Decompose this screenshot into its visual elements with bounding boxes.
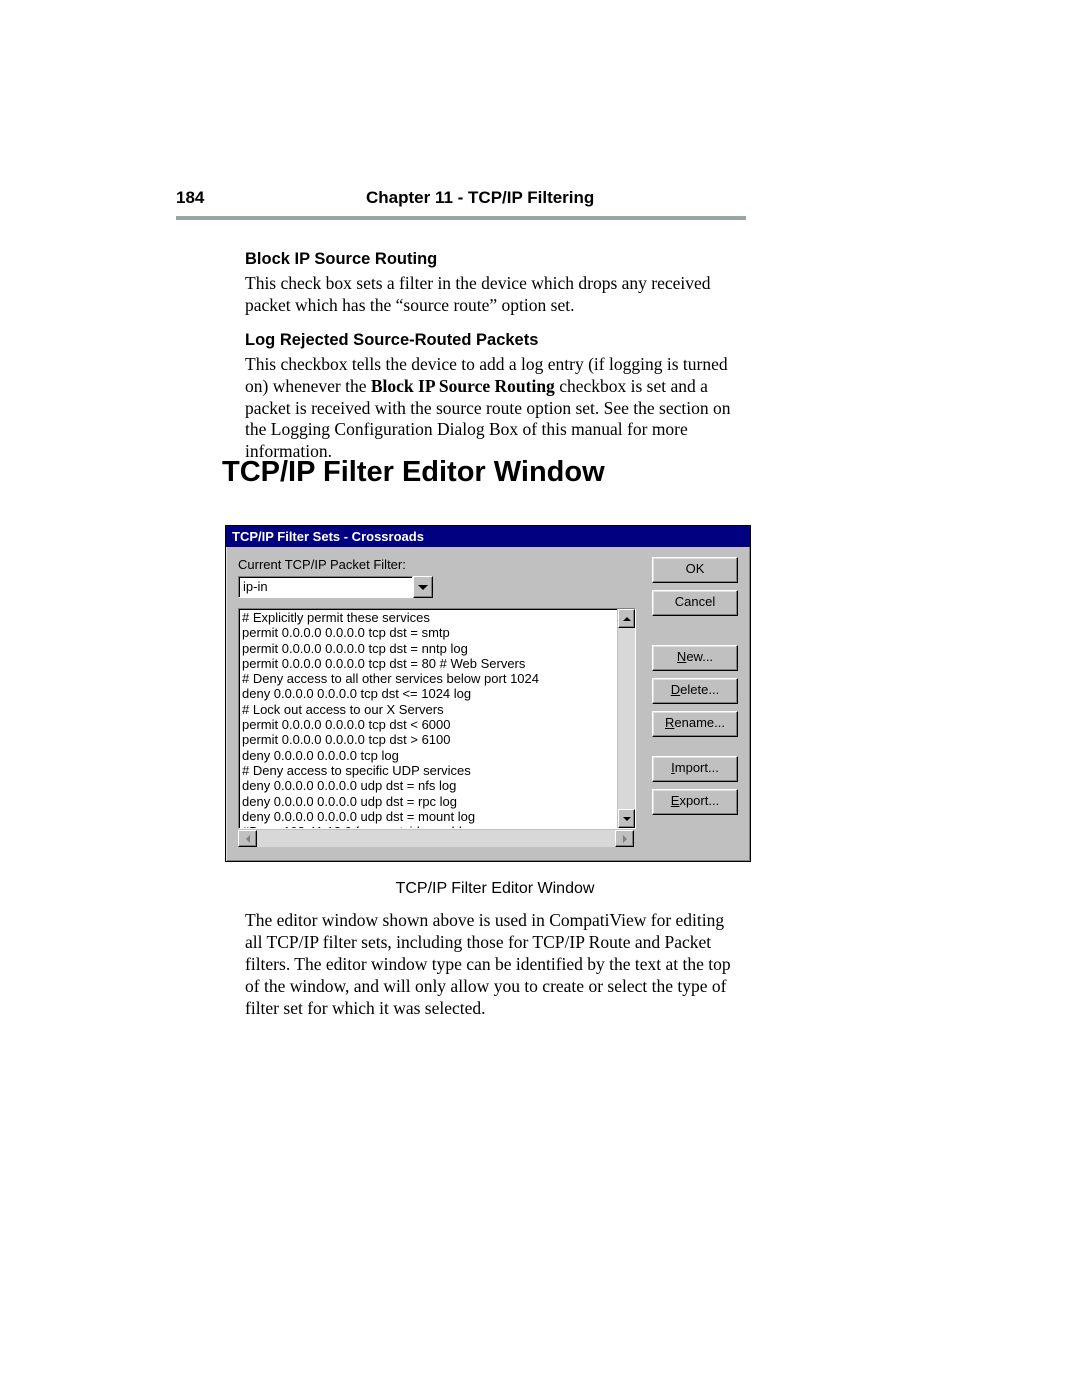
page-header: 184 Chapter 11 - TCP/IP Filtering <box>176 188 746 208</box>
scroll-track-h[interactable] <box>257 830 615 847</box>
arrow-left-icon <box>246 835 250 843</box>
rule-line[interactable]: deny 0.0.0.0 0.0.0.0 udp dst = mount log <box>242 809 614 824</box>
rules-listbox[interactable]: # Explicitly permit these servicespermit… <box>238 608 636 829</box>
dialog-titlebar: TCP/IP Filter Sets - Crossroads <box>226 526 750 547</box>
filter-combo[interactable]: ip-in <box>238 576 433 598</box>
scroll-up-button[interactable] <box>618 609 635 628</box>
header-divider <box>176 216 746 220</box>
rule-line[interactable]: # Lock out access to our X Servers <box>242 702 614 717</box>
vertical-scrollbar[interactable] <box>617 609 635 828</box>
dialog-screenshot: TCP/IP Filter Sets - Crossroads Current … <box>225 525 749 862</box>
page-number: 184 <box>176 188 366 208</box>
scroll-left-button[interactable] <box>238 830 257 847</box>
rule-line[interactable]: deny 0.0.0.0 0.0.0.0 udp dst = nfs log <box>242 778 614 793</box>
document-page: 184 Chapter 11 - TCP/IP Filtering Block … <box>0 0 1080 1397</box>
subheading-log-rejected: Log Rejected Source-Routed Packets <box>245 331 745 350</box>
ok-button[interactable]: OK <box>652 557 738 583</box>
subheading-block-ip: Block IP Source Routing <box>245 250 745 269</box>
scroll-track[interactable] <box>618 628 635 809</box>
arrow-up-icon <box>623 617 631 621</box>
delete-button[interactable]: Delete... <box>652 678 738 704</box>
combo-label: Current TCP/IP Packet Filter: <box>238 557 636 572</box>
rule-line[interactable]: permit 0.0.0.0 0.0.0.0 tcp dst > 6100 <box>242 732 614 747</box>
horizontal-scrollbar[interactable] <box>238 829 634 847</box>
section-heading: TCP/IP Filter Editor Window <box>222 456 605 489</box>
rule-line[interactable]: permit 0.0.0.0 0.0.0.0 tcp dst = 80 # We… <box>242 656 614 671</box>
caption-paragraph: The editor window shown above is used in… <box>245 910 745 1019</box>
rule-line[interactable]: #Deny 198.41.12.0 from outside world <box>242 824 614 828</box>
scroll-down-button[interactable] <box>618 809 635 828</box>
arrow-right-icon <box>623 835 627 843</box>
rule-line[interactable]: # Explicitly permit these services <box>242 610 614 625</box>
rule-line[interactable]: deny 0.0.0.0 0.0.0.0 udp dst = rpc log <box>242 794 614 809</box>
rename-button[interactable]: Rename... <box>652 711 738 737</box>
arrow-down-icon <box>623 817 631 821</box>
chevron-down-icon <box>418 585 428 590</box>
rule-line[interactable]: # Deny access to specific UDP services <box>242 763 614 778</box>
paragraph-block-ip: This check box sets a filter in the devi… <box>245 273 745 317</box>
import-button[interactable]: Import... <box>652 756 738 782</box>
filter-sets-dialog: TCP/IP Filter Sets - Crossroads Current … <box>225 525 751 862</box>
combo-dropdown-button[interactable] <box>413 576 433 598</box>
rules-listbox-content: # Explicitly permit these servicespermit… <box>239 609 617 828</box>
rule-line[interactable]: deny 0.0.0.0 0.0.0.0 tcp dst <= 1024 log <box>242 686 614 701</box>
button-spacer <box>652 744 738 756</box>
scroll-right-button[interactable] <box>615 830 634 847</box>
dialog-left-column: Current TCP/IP Packet Filter: ip-in # Ex… <box>238 557 636 847</box>
figure-caption: TCP/IP Filter Editor Window <box>245 880 745 898</box>
rule-line[interactable]: permit 0.0.0.0 0.0.0.0 tcp dst = nntp lo… <box>242 641 614 656</box>
button-spacer <box>652 623 738 645</box>
rule-line[interactable]: # Deny access to all other services belo… <box>242 671 614 686</box>
cancel-button[interactable]: Cancel <box>652 590 738 616</box>
combo-label-text: Current TCP/IP Packet Filter: <box>238 557 406 572</box>
dialog-body: Current TCP/IP Packet Filter: ip-in # Ex… <box>226 547 750 861</box>
rule-line[interactable]: deny 0.0.0.0 0.0.0.0 tcp log <box>242 748 614 763</box>
chapter-title: Chapter 11 - TCP/IP Filtering <box>366 188 746 208</box>
dialog-button-column: OK Cancel New... Delete... Rename... Imp… <box>652 557 738 847</box>
new-button[interactable]: New... <box>652 645 738 671</box>
rule-line[interactable]: permit 0.0.0.0 0.0.0.0 tcp dst = smtp <box>242 625 614 640</box>
export-button[interactable]: Export... <box>652 789 738 815</box>
rule-line[interactable]: permit 0.0.0.0 0.0.0.0 tcp dst < 6000 <box>242 717 614 732</box>
filter-combo-input[interactable]: ip-in <box>238 576 413 598</box>
bold-term: Block IP Source Routing <box>371 376 555 396</box>
paragraph-log-rejected: This checkbox tells the device to add a … <box>245 354 745 463</box>
body-content: Block IP Source Routing This check box s… <box>245 240 745 477</box>
